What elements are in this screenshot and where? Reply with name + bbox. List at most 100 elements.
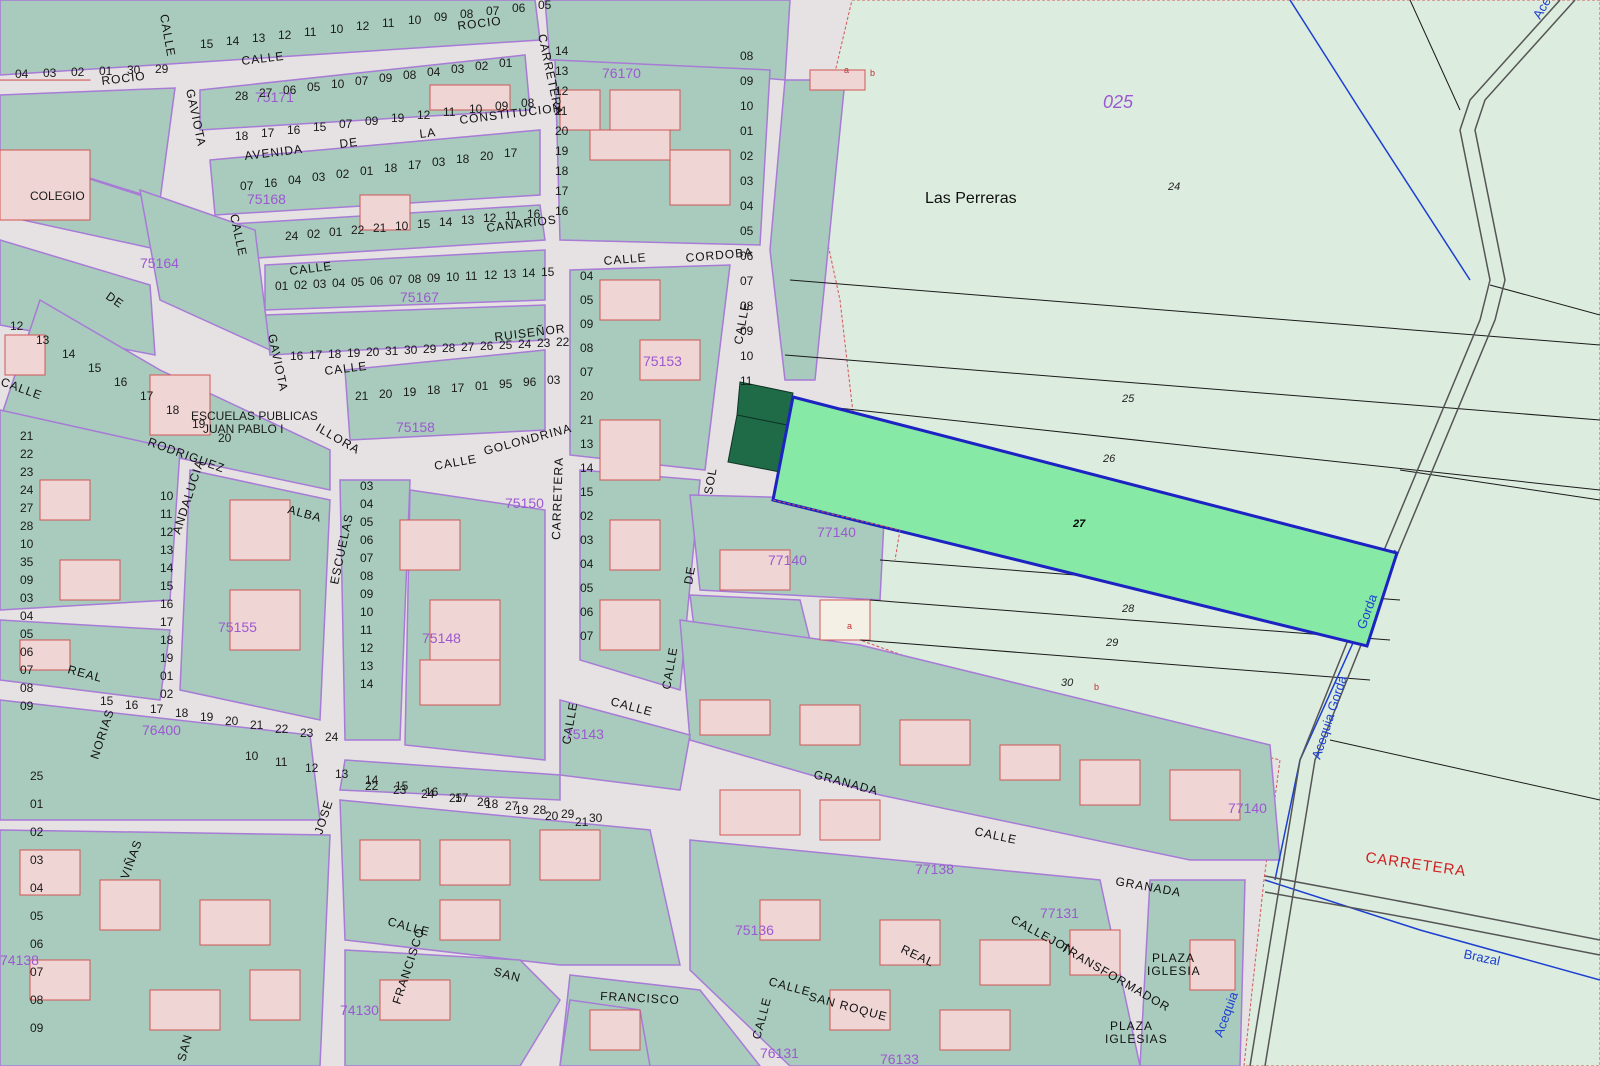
parcel-number: 20: [366, 345, 380, 359]
parcel-number: 18: [456, 152, 470, 166]
parcel-number: 04: [332, 276, 346, 290]
parcel-number: 11: [740, 374, 753, 388]
parcel-number: 30: [127, 63, 141, 77]
parcel-number: 03: [43, 66, 57, 80]
parcel-number: 29: [423, 342, 437, 356]
street-plaza-1: PLAZA: [1152, 951, 1195, 965]
parcel-number: 10: [330, 22, 344, 36]
block-77140-c: 77140: [1228, 800, 1267, 816]
parcel-number: 17: [140, 389, 154, 403]
parcel-number: 03: [20, 591, 34, 605]
parcel-number: 09: [740, 74, 754, 88]
parcel-number: 02: [336, 167, 350, 181]
parcel-number: 18: [427, 383, 441, 397]
parcel-number: 14: [62, 347, 76, 361]
parcel-number: 09: [740, 324, 754, 338]
parcel-number: 18: [235, 129, 249, 143]
parcel-number: 13: [335, 767, 349, 781]
parcel-number: 10: [740, 99, 754, 113]
parcel-number: 06: [512, 1, 526, 15]
parcel-number: 95: [499, 377, 513, 391]
parcel-number: 02: [580, 509, 594, 523]
parcel-number: 14: [360, 677, 374, 691]
parcel-number: 17: [160, 615, 174, 629]
parcel-number: 05: [307, 80, 321, 94]
parcel-number: 20: [218, 431, 232, 445]
parcel-number: 08: [740, 49, 754, 63]
parcel-number: 22: [365, 779, 379, 793]
parcel-number: 28: [235, 89, 249, 103]
parcel-number: 08: [20, 681, 34, 695]
block-75143: 75143: [565, 726, 604, 742]
block-75148: 75148: [422, 630, 461, 646]
parcel-number: 22: [556, 335, 570, 349]
parcel-number: 08: [30, 993, 44, 1007]
parcel-number: 31: [385, 344, 399, 358]
parcel-number: 15: [313, 120, 327, 134]
parcel-number: 03: [360, 479, 374, 493]
parcel-number: 21: [373, 221, 387, 235]
parcel-number: 26: [480, 339, 494, 353]
parcel-number: 08: [740, 299, 754, 313]
parcel-number: 09: [20, 573, 34, 587]
parcel-number: 25: [30, 769, 44, 783]
parcel-number: 23: [20, 465, 34, 479]
parcel-number: 01: [360, 164, 374, 178]
parcel-number: 09: [495, 99, 509, 113]
parcel-number: 08: [408, 272, 422, 286]
parcel-number: 01: [475, 379, 489, 393]
parcel-29: 29: [1105, 637, 1118, 649]
parcel-number: 03: [580, 533, 594, 547]
parcel-number: 22: [275, 722, 289, 736]
parcel-number: 04: [740, 199, 754, 213]
parcel-number: 11: [304, 25, 317, 39]
parcel-number: 19: [347, 346, 361, 360]
parcel-number: 14: [226, 34, 240, 48]
block-77140-b: 77140: [768, 552, 807, 568]
parcel-number: 16: [125, 698, 139, 712]
parcel-number: 20: [545, 809, 559, 823]
parcel-number: 08: [360, 569, 374, 583]
parcel-number: 35: [20, 555, 34, 569]
parcel-number: 15: [417, 217, 431, 231]
block-75150: 75150: [505, 495, 544, 511]
block-75164: 75164: [140, 255, 179, 271]
parcel-number: 11: [443, 105, 456, 119]
parcel-number: 29: [155, 62, 169, 76]
parcel-number: 24: [20, 483, 34, 497]
parcel-number: 18: [555, 164, 569, 178]
parcel-number: 14: [439, 215, 453, 229]
parcel-number: 07: [389, 273, 403, 287]
block-75168: 75168: [247, 191, 286, 207]
parcel-number: 04: [20, 609, 34, 623]
parcel-number: 21: [575, 815, 589, 829]
parcel-number: 07: [30, 965, 44, 979]
parcel-number: 13: [36, 333, 50, 347]
block-75136: 75136: [735, 922, 774, 938]
cadastral-map[interactable]: 025 Las Perreras 24 25 26 27 28 29 30 a …: [0, 0, 1600, 1066]
subparcel-a: a: [847, 621, 852, 631]
parcel-number: 16: [160, 597, 174, 611]
parcel-number: 15: [88, 361, 102, 375]
parcel-number: 18: [160, 633, 174, 647]
parcel-number: 05: [30, 909, 44, 923]
parcel-number: 10: [360, 605, 374, 619]
parcel-number: 15: [541, 265, 555, 279]
parcel-number: 03: [30, 853, 44, 867]
parcel-number: 10: [245, 749, 259, 763]
parcel-number: 17: [504, 146, 518, 160]
parcel-number: 10: [160, 489, 174, 503]
parcel-number: 11: [505, 209, 518, 223]
parcel-number: 07: [20, 663, 34, 677]
parcel-number: 12: [555, 84, 569, 98]
block-76131: 76131: [760, 1045, 799, 1061]
parcel-number: 07: [339, 117, 353, 131]
parcel-number: 03: [313, 277, 327, 291]
parcel-number: 27: [461, 340, 475, 354]
parcel-number: 09: [427, 271, 441, 285]
parcel-number: 06: [360, 533, 374, 547]
block-75158: 75158: [396, 419, 435, 435]
parcel-number: 03: [312, 170, 326, 184]
parcel-number: 17: [150, 702, 164, 716]
street-la: LA: [419, 125, 437, 141]
